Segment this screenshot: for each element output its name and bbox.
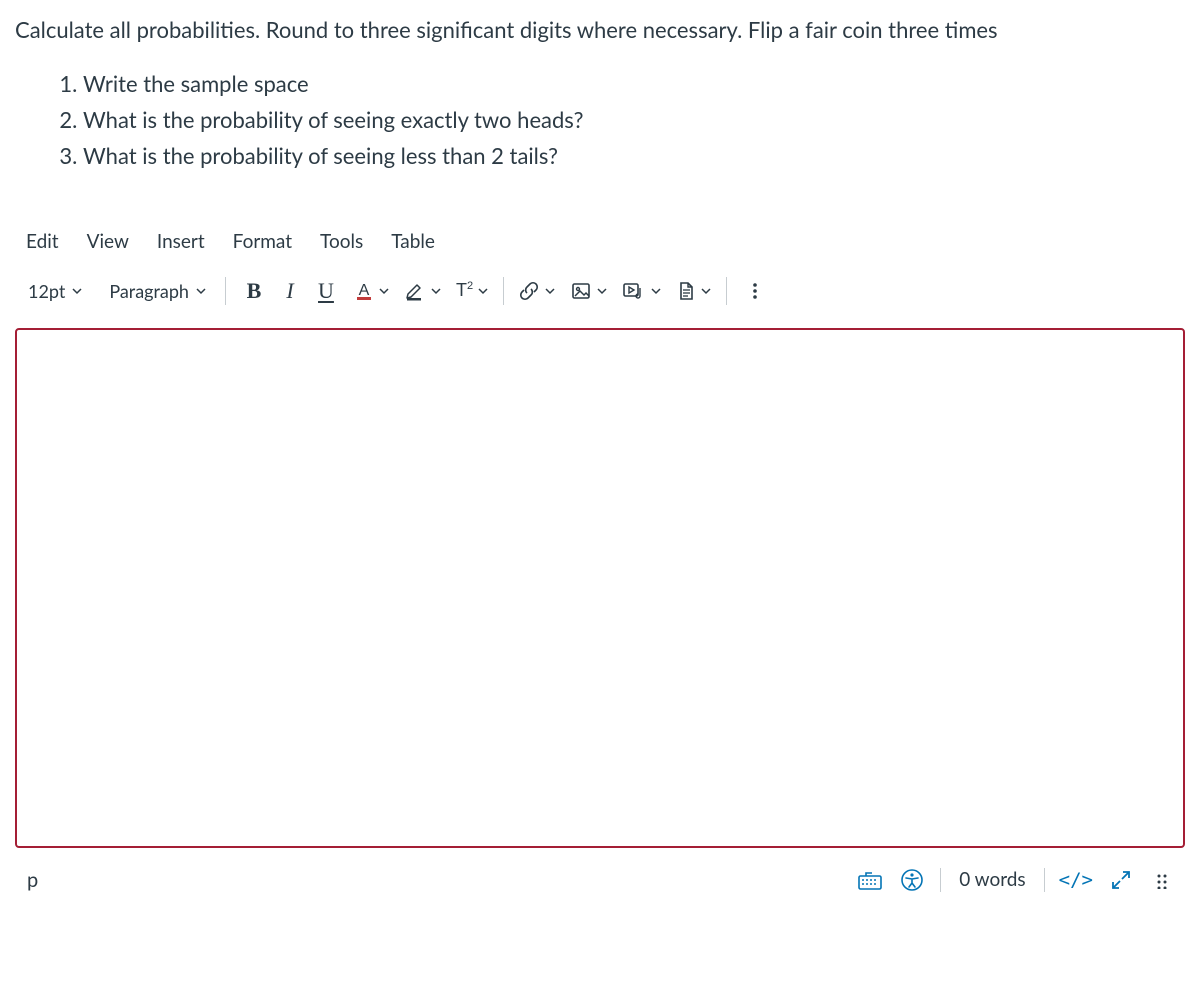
- editor-content-area[interactable]: [15, 328, 1185, 848]
- expand-icon: [1110, 869, 1132, 891]
- chevron-down-icon: [650, 285, 662, 297]
- menu-view[interactable]: View: [81, 228, 135, 255]
- underline-icon: U: [318, 278, 334, 304]
- image-button[interactable]: [566, 275, 612, 307]
- question-list: Write the sample space What is the proba…: [15, 66, 1185, 175]
- more-button[interactable]: [737, 275, 773, 307]
- highlight-button[interactable]: [400, 275, 446, 307]
- accessibility-button[interactable]: [898, 866, 926, 894]
- textcolor-button[interactable]: A: [350, 275, 394, 307]
- keyboard-button[interactable]: [856, 866, 884, 894]
- menu-insert[interactable]: Insert: [151, 228, 211, 255]
- menu-table[interactable]: Table: [385, 228, 441, 255]
- chevron-down-icon: [596, 285, 608, 297]
- blocktype-label: Paragraph: [109, 280, 189, 302]
- highlight-icon: [404, 280, 426, 302]
- document-button[interactable]: [672, 275, 716, 307]
- keyboard-icon: [857, 868, 883, 892]
- blocktype-select[interactable]: Paragraph: [101, 275, 215, 307]
- chevron-down-icon: [430, 285, 442, 297]
- chevron-down-icon: [544, 285, 556, 297]
- link-icon: [518, 280, 540, 302]
- editor-statusbar: p: [15, 848, 1185, 898]
- status-divider: [1044, 868, 1045, 892]
- question-prompt: Calculate all probabilities. Round to th…: [15, 15, 1185, 46]
- editor-menubar: Edit View Insert Format Tools Table: [15, 220, 1185, 265]
- italic-icon: I: [286, 278, 293, 304]
- fullscreen-button[interactable]: [1107, 866, 1135, 894]
- bold-icon: B: [247, 278, 262, 304]
- bold-button[interactable]: B: [236, 275, 272, 307]
- chevron-down-icon: [195, 285, 207, 297]
- question-item-2: What is the probability of seeing exactl…: [83, 102, 1185, 138]
- textcolor-icon: A: [354, 280, 374, 302]
- html-view-button[interactable]: </>: [1059, 869, 1093, 891]
- element-path[interactable]: p: [27, 868, 856, 892]
- chevron-down-icon: [700, 285, 712, 297]
- document-icon: [676, 280, 696, 302]
- toolbar-divider: [503, 277, 504, 305]
- chevron-down-icon: [477, 285, 489, 297]
- image-icon: [570, 280, 592, 302]
- svg-text:A: A: [359, 282, 370, 299]
- underline-button[interactable]: U: [308, 275, 344, 307]
- menu-edit[interactable]: Edit: [20, 228, 65, 255]
- drag-handle-icon: [1154, 871, 1172, 889]
- fontsize-select[interactable]: 12pt: [20, 275, 91, 307]
- chevron-down-icon: [71, 285, 83, 297]
- question-item-3: What is the probability of seeing less t…: [83, 138, 1185, 174]
- editor-toolbar: 12pt Paragraph B I U A: [15, 265, 1185, 322]
- menu-format[interactable]: Format: [227, 228, 298, 255]
- superscript-icon: T2: [456, 280, 473, 301]
- link-button[interactable]: [514, 275, 560, 307]
- italic-button[interactable]: I: [272, 275, 308, 307]
- media-button[interactable]: [618, 275, 666, 307]
- rich-text-editor: Edit View Insert Format Tools Table 12pt…: [15, 220, 1185, 898]
- status-divider: [940, 868, 941, 892]
- menu-tools[interactable]: Tools: [314, 228, 369, 255]
- chevron-down-icon: [378, 285, 390, 297]
- superscript-button[interactable]: T2: [452, 275, 493, 307]
- toolbar-divider: [726, 277, 727, 305]
- question-item-1: Write the sample space: [83, 66, 1185, 102]
- accessibility-icon: [900, 868, 924, 892]
- fontsize-label: 12pt: [28, 280, 65, 302]
- resize-handle[interactable]: [1149, 866, 1177, 894]
- toolbar-divider: [225, 277, 226, 305]
- more-vertical-icon: [745, 280, 765, 302]
- media-icon: [622, 280, 646, 302]
- word-count[interactable]: 0 words: [955, 868, 1029, 891]
